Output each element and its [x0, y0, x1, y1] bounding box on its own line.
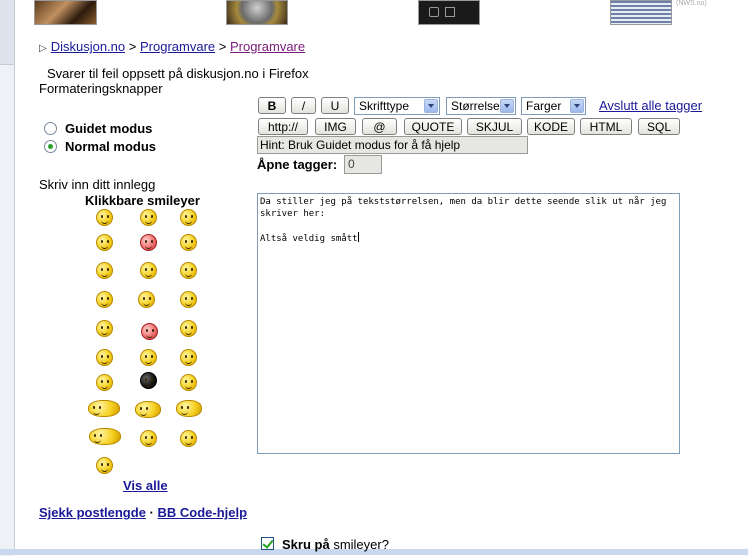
breadcrumb-level1-link[interactable]: Programvare — [140, 39, 215, 54]
smiley-icon[interactable] — [180, 234, 197, 251]
underline-button[interactable]: U — [321, 97, 349, 114]
smiley-icon[interactable] — [180, 320, 197, 337]
thumbs-up-smiley-icon[interactable] — [176, 400, 202, 417]
enable-smileys-label: Skru på smileyer? — [282, 537, 389, 552]
breadcrumb-separator: > — [128, 39, 137, 54]
smiley-icon[interactable] — [140, 262, 157, 279]
topic-title: Svarer til feil oppsett på diskusjon.no … — [47, 66, 309, 81]
smileys-title: Klikkbare smileyer — [85, 193, 200, 208]
chevron-down-icon[interactable] — [424, 99, 438, 113]
smiley-icon[interactable] — [96, 349, 113, 366]
smiley-icon[interactable] — [135, 401, 161, 418]
triangle-right-icon: ▷ — [39, 43, 47, 54]
smiley-icon[interactable] — [96, 457, 113, 474]
smiley-icon[interactable] — [96, 262, 113, 279]
font-size-select-value: Størrelse — [451, 99, 500, 113]
hide-button[interactable]: SKJUL — [467, 118, 522, 135]
left-window-edge — [0, 0, 15, 556]
thumbnail-caption: (NWS.no) — [676, 0, 707, 7]
close-all-tags-link[interactable]: Avslutt alle tagger — [599, 98, 702, 113]
guided-mode-radio[interactable] — [44, 122, 57, 135]
img-button[interactable]: IMG — [315, 118, 356, 135]
smiley-icon[interactable] — [180, 374, 197, 391]
check-post-length-link[interactable]: Sjekk postlengde — [39, 505, 146, 520]
smiley-icon[interactable] — [180, 430, 197, 447]
font-color-select-value: Farger — [526, 99, 562, 113]
breadcrumb-separator: > — [218, 39, 227, 54]
normal-mode-label: Normal modus — [65, 139, 157, 154]
font-color-select[interactable]: Farger — [521, 97, 586, 115]
smiley-icon[interactable] — [141, 323, 158, 340]
breadcrumb-home-link[interactable]: Diskusjon.no — [51, 39, 125, 54]
smiley-icon[interactable] — [180, 209, 197, 226]
chevron-down-icon[interactable] — [570, 99, 584, 113]
header-thumbnail-1[interactable] — [34, 0, 97, 25]
enable-smileys-checkbox[interactable] — [261, 537, 274, 550]
font-family-select-value: Skrifttype — [359, 99, 410, 113]
code-button[interactable]: KODE — [527, 118, 575, 135]
smiley-icon[interactable] — [88, 400, 120, 417]
hint-field: Hint: Bruk Guidet modus for å få hjelp — [257, 136, 528, 154]
font-family-select[interactable]: Skrifttype — [354, 97, 440, 115]
guided-mode-option[interactable]: Guidet modus — [44, 121, 152, 136]
smiley-icon[interactable] — [180, 349, 197, 366]
formatting-label: Formateringsknapper — [39, 81, 163, 96]
message-textarea[interactable]: Da stiller jeg på tekststørrelsen, men d… — [257, 193, 680, 454]
breadcrumb-level2-link[interactable]: Programvare — [230, 39, 305, 54]
normal-mode-radio[interactable] — [44, 140, 57, 153]
sql-button[interactable]: SQL — [638, 118, 680, 135]
smiley-icon[interactable] — [180, 262, 197, 279]
email-button[interactable]: @ — [362, 118, 397, 135]
html-button[interactable]: HTML — [580, 118, 632, 135]
show-all-smileys-link[interactable]: Vis alle — [123, 478, 168, 493]
header-thumbnail-3[interactable] — [418, 0, 480, 25]
breadcrumb: ▷ Diskusjon.no > Programvare > Programvar… — [39, 39, 305, 54]
smiley-icon[interactable] — [140, 209, 157, 226]
write-post-label: Skriv inn ditt innlegg — [39, 177, 156, 192]
smiley-icon[interactable] — [140, 430, 157, 447]
smiley-icon[interactable] — [138, 291, 155, 308]
smiley-icon[interactable] — [96, 234, 113, 251]
message-text: Da stiller jeg på tekststørrelsen, men d… — [260, 197, 667, 244]
open-tags-field: 0 — [344, 155, 382, 174]
font-size-select[interactable]: Størrelse — [446, 97, 516, 115]
open-tags-label: Åpne tagger: — [257, 157, 338, 172]
smiley-icon[interactable] — [96, 209, 113, 226]
header-thumbnail-4[interactable] — [610, 0, 672, 25]
bold-button[interactable]: B — [258, 97, 286, 114]
url-button[interactable]: http:// — [258, 118, 308, 135]
ninja-smiley-icon[interactable] — [140, 372, 157, 389]
left-panel-edge — [0, 64, 14, 556]
chevron-down-icon[interactable] — [500, 99, 514, 113]
smiley-icon[interactable] — [96, 320, 113, 337]
enable-smileys-option[interactable]: Skru på smileyer? — [261, 537, 389, 552]
text-caret — [357, 232, 359, 242]
bbcode-help-link[interactable]: BB Code-hjelp — [158, 505, 248, 520]
header-thumbnail-2[interactable] — [226, 0, 288, 25]
smiley-icon[interactable] — [180, 291, 197, 308]
smiley-icon[interactable] — [96, 374, 113, 391]
link-separator: · — [149, 505, 154, 520]
bottom-links: Sjekk postlengde · BB Code-hjelp — [39, 505, 247, 520]
smiley-icon[interactable] — [96, 291, 113, 308]
normal-mode-option[interactable]: Normal modus — [44, 139, 156, 154]
italic-button[interactable]: / — [291, 97, 316, 114]
smiley-icon[interactable] — [89, 428, 121, 445]
guided-mode-label: Guidet modus — [65, 121, 153, 136]
quote-button[interactable]: QUOTE — [404, 118, 462, 135]
smiley-icon[interactable] — [140, 234, 157, 251]
smiley-icon[interactable] — [140, 349, 157, 366]
